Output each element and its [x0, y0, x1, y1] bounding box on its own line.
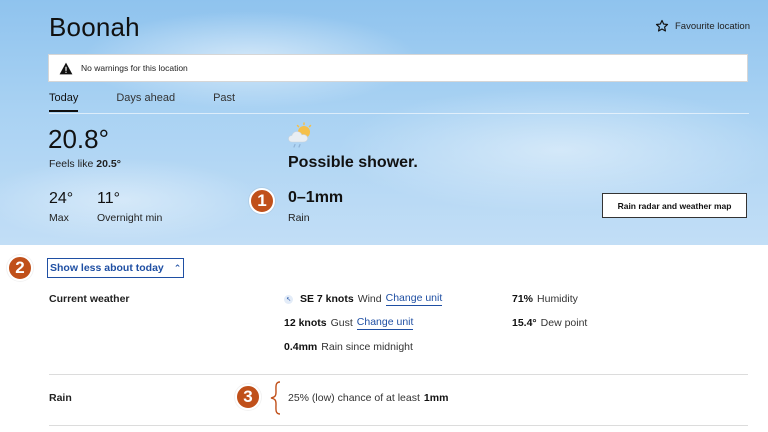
- humidity-value: 71%: [512, 293, 534, 305]
- tab-past[interactable]: Past: [213, 92, 235, 112]
- current-temperature: 20.8°: [48, 124, 110, 154]
- rain-chance-row: 25% (low) chance of at least 1mm: [288, 392, 448, 404]
- rain-label: Rain: [288, 212, 310, 224]
- chevron-up-icon: ⌃: [173, 262, 182, 273]
- tab-days-ahead[interactable]: Days ahead: [116, 92, 175, 112]
- rain-section-label: Rain: [49, 392, 72, 404]
- star-icon: [655, 19, 669, 32]
- humidity-row: 71% Humidity: [512, 293, 578, 305]
- possible-shower-icon: [288, 122, 312, 148]
- dew-point-label: Dew point: [540, 317, 588, 329]
- feels-like: Feels like 20.5°: [49, 158, 121, 170]
- tab-today[interactable]: Today: [49, 92, 79, 112]
- rain-amount: 0–1mm: [288, 189, 344, 206]
- tabs-divider: [49, 113, 749, 114]
- section-divider-bottom: [49, 425, 748, 426]
- humidity-label: Humidity: [537, 293, 578, 305]
- callout-badge-1: 1: [249, 188, 275, 214]
- dew-point-value: 15.4°: [512, 317, 537, 329]
- rain-since-midnight-label: Rain since midnight: [321, 341, 413, 353]
- rain-chance-amount: 1mm: [423, 392, 449, 404]
- callout-badge-3: 3: [235, 384, 261, 410]
- show-less-toggle[interactable]: Show less about today ⌃: [47, 258, 184, 278]
- location-title: Boonah: [49, 12, 140, 42]
- rain-radar-button[interactable]: Rain radar and weather map: [602, 193, 747, 218]
- overnight-min-temperature: 11°: [97, 190, 121, 207]
- gust-row: 12 knots Gust Change unit: [284, 316, 414, 330]
- favourite-location-label: Favourite location: [675, 20, 750, 32]
- warning-triangle-icon: [59, 62, 73, 74]
- callout-badge-2: 2: [7, 255, 33, 281]
- gust-label: Gust: [330, 317, 353, 330]
- max-temperature: 24°: [49, 190, 74, 207]
- current-weather-label: Current weather: [49, 293, 130, 305]
- rain-since-midnight-row: 0.4mm Rain since midnight: [284, 341, 413, 353]
- show-less-label: Show less about today: [50, 262, 164, 274]
- forecast-tabs: Today Days ahead Past: [49, 92, 273, 112]
- rain-since-midnight-value: 0.4mm: [284, 341, 318, 353]
- wind-direction-icon: ↖: [284, 294, 293, 304]
- feels-like-value: 20.5°: [96, 158, 121, 170]
- dew-point-row: 15.4° Dew point: [512, 317, 587, 329]
- overnight-min-label: Overnight min: [97, 212, 163, 224]
- wind-label: Wind: [357, 293, 382, 306]
- brace-annotation: [270, 381, 281, 415]
- feels-like-label: Feels like: [49, 158, 94, 170]
- favourite-location-button[interactable]: Favourite location: [655, 19, 750, 33]
- max-label: Max: [49, 212, 69, 224]
- wind-row: ↖ SE 7 knots Wind Change unit: [284, 292, 443, 306]
- forecast-summary: Possible shower.: [288, 154, 418, 171]
- rain-chance-text: 25% (low) chance of at least: [288, 392, 420, 404]
- gust-value: 12 knots: [284, 317, 327, 330]
- section-divider: [49, 374, 748, 375]
- warning-banner: No warnings for this location: [48, 54, 748, 82]
- warning-text: No warnings for this location: [81, 63, 188, 73]
- change-unit-gust-link[interactable]: Change unit: [356, 316, 414, 330]
- change-unit-wind-link[interactable]: Change unit: [385, 292, 443, 306]
- wind-value: SE 7 knots: [300, 293, 354, 306]
